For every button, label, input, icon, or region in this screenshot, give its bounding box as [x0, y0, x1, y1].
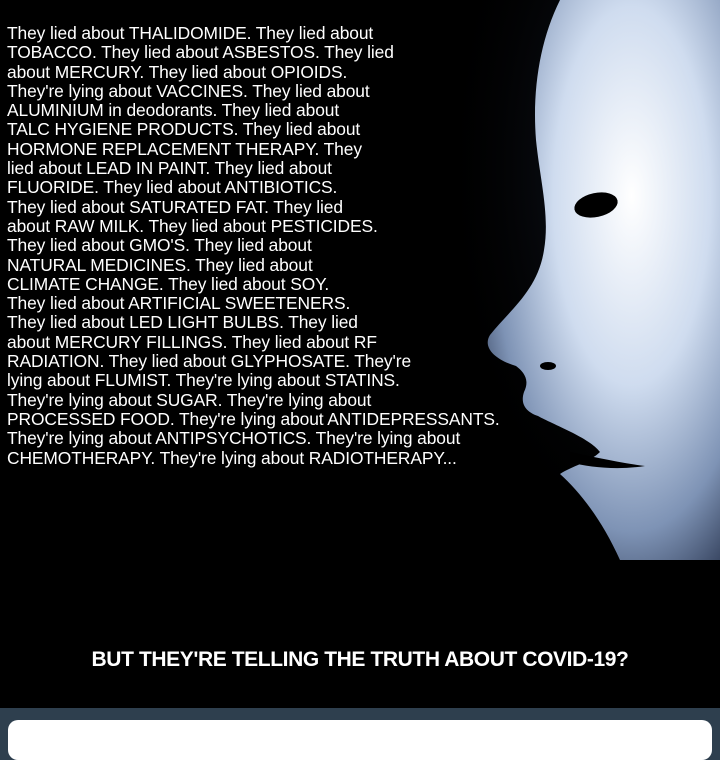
claims-line: They're lying about SUGAR. They're lying… — [7, 389, 372, 410]
claims-line: HORMONE REPLACEMENT THERAPY. They — [7, 138, 362, 159]
claims-line: They lied about SATURATED FAT. They lied — [7, 196, 343, 217]
closing-question: BUT THEY'RE TELLING THE TRUTH ABOUT COVI… — [91, 648, 629, 671]
claims-line: RADIATION. They lied about GLYPHOSATE. T… — [7, 351, 412, 372]
next-post-card[interactable] — [8, 720, 712, 760]
claims-text: They lied about THALIDOMIDE. They lied a… — [7, 23, 647, 468]
claims-line: NATURAL MEDICINES. They lied about — [7, 254, 313, 275]
claims-line: CHEMOTHERAPY. They're lying about RADIOT… — [7, 447, 457, 468]
claims-line: They're lying about VACCINES. They lied … — [7, 80, 370, 101]
claims-line: They're lying about ANTIPSYCHOTICS. They… — [7, 428, 461, 449]
claims-line: about MERCURY. They lied about OPIOIDS. — [7, 61, 348, 82]
claims-line: lying about FLUMIST. They're lying about… — [7, 370, 400, 391]
claims-line: They lied about THALIDOMIDE. They lied a… — [7, 23, 374, 43]
claims-line: They lied about LED LIGHT BULBS. They li… — [7, 312, 358, 333]
claims-line: TOBACCO. They lied about ASBESTOS. They … — [7, 42, 394, 63]
claims-line: They lied about GMO'S. They lied about — [7, 235, 312, 256]
claims-line: lied about LEAD IN PAINT. They lied abou… — [7, 158, 332, 179]
claims-line: They lied about ARTIFICIAL SWEETENERS. — [7, 293, 351, 314]
claims-line: ALUMINIUM in deodorants. They lied about — [7, 100, 340, 121]
claims-line: PROCESSED FOOD. They're lying about ANTI… — [7, 408, 500, 429]
claims-line: about RAW MILK. They lied about PESTICID… — [7, 215, 378, 236]
claims-line: FLUORIDE. They lied about ANTIBIOTICS. — [7, 177, 338, 198]
claims-line: TALC HYGIENE PRODUCTS. They lied about — [7, 119, 361, 140]
claims-line: CLIMATE CHANGE. They lied about SOY. — [7, 273, 330, 294]
claims-line: about MERCURY FILLINGS. They lied about … — [7, 331, 377, 352]
meme-poster: They lied about THALIDOMIDE. They lied a… — [0, 0, 720, 708]
